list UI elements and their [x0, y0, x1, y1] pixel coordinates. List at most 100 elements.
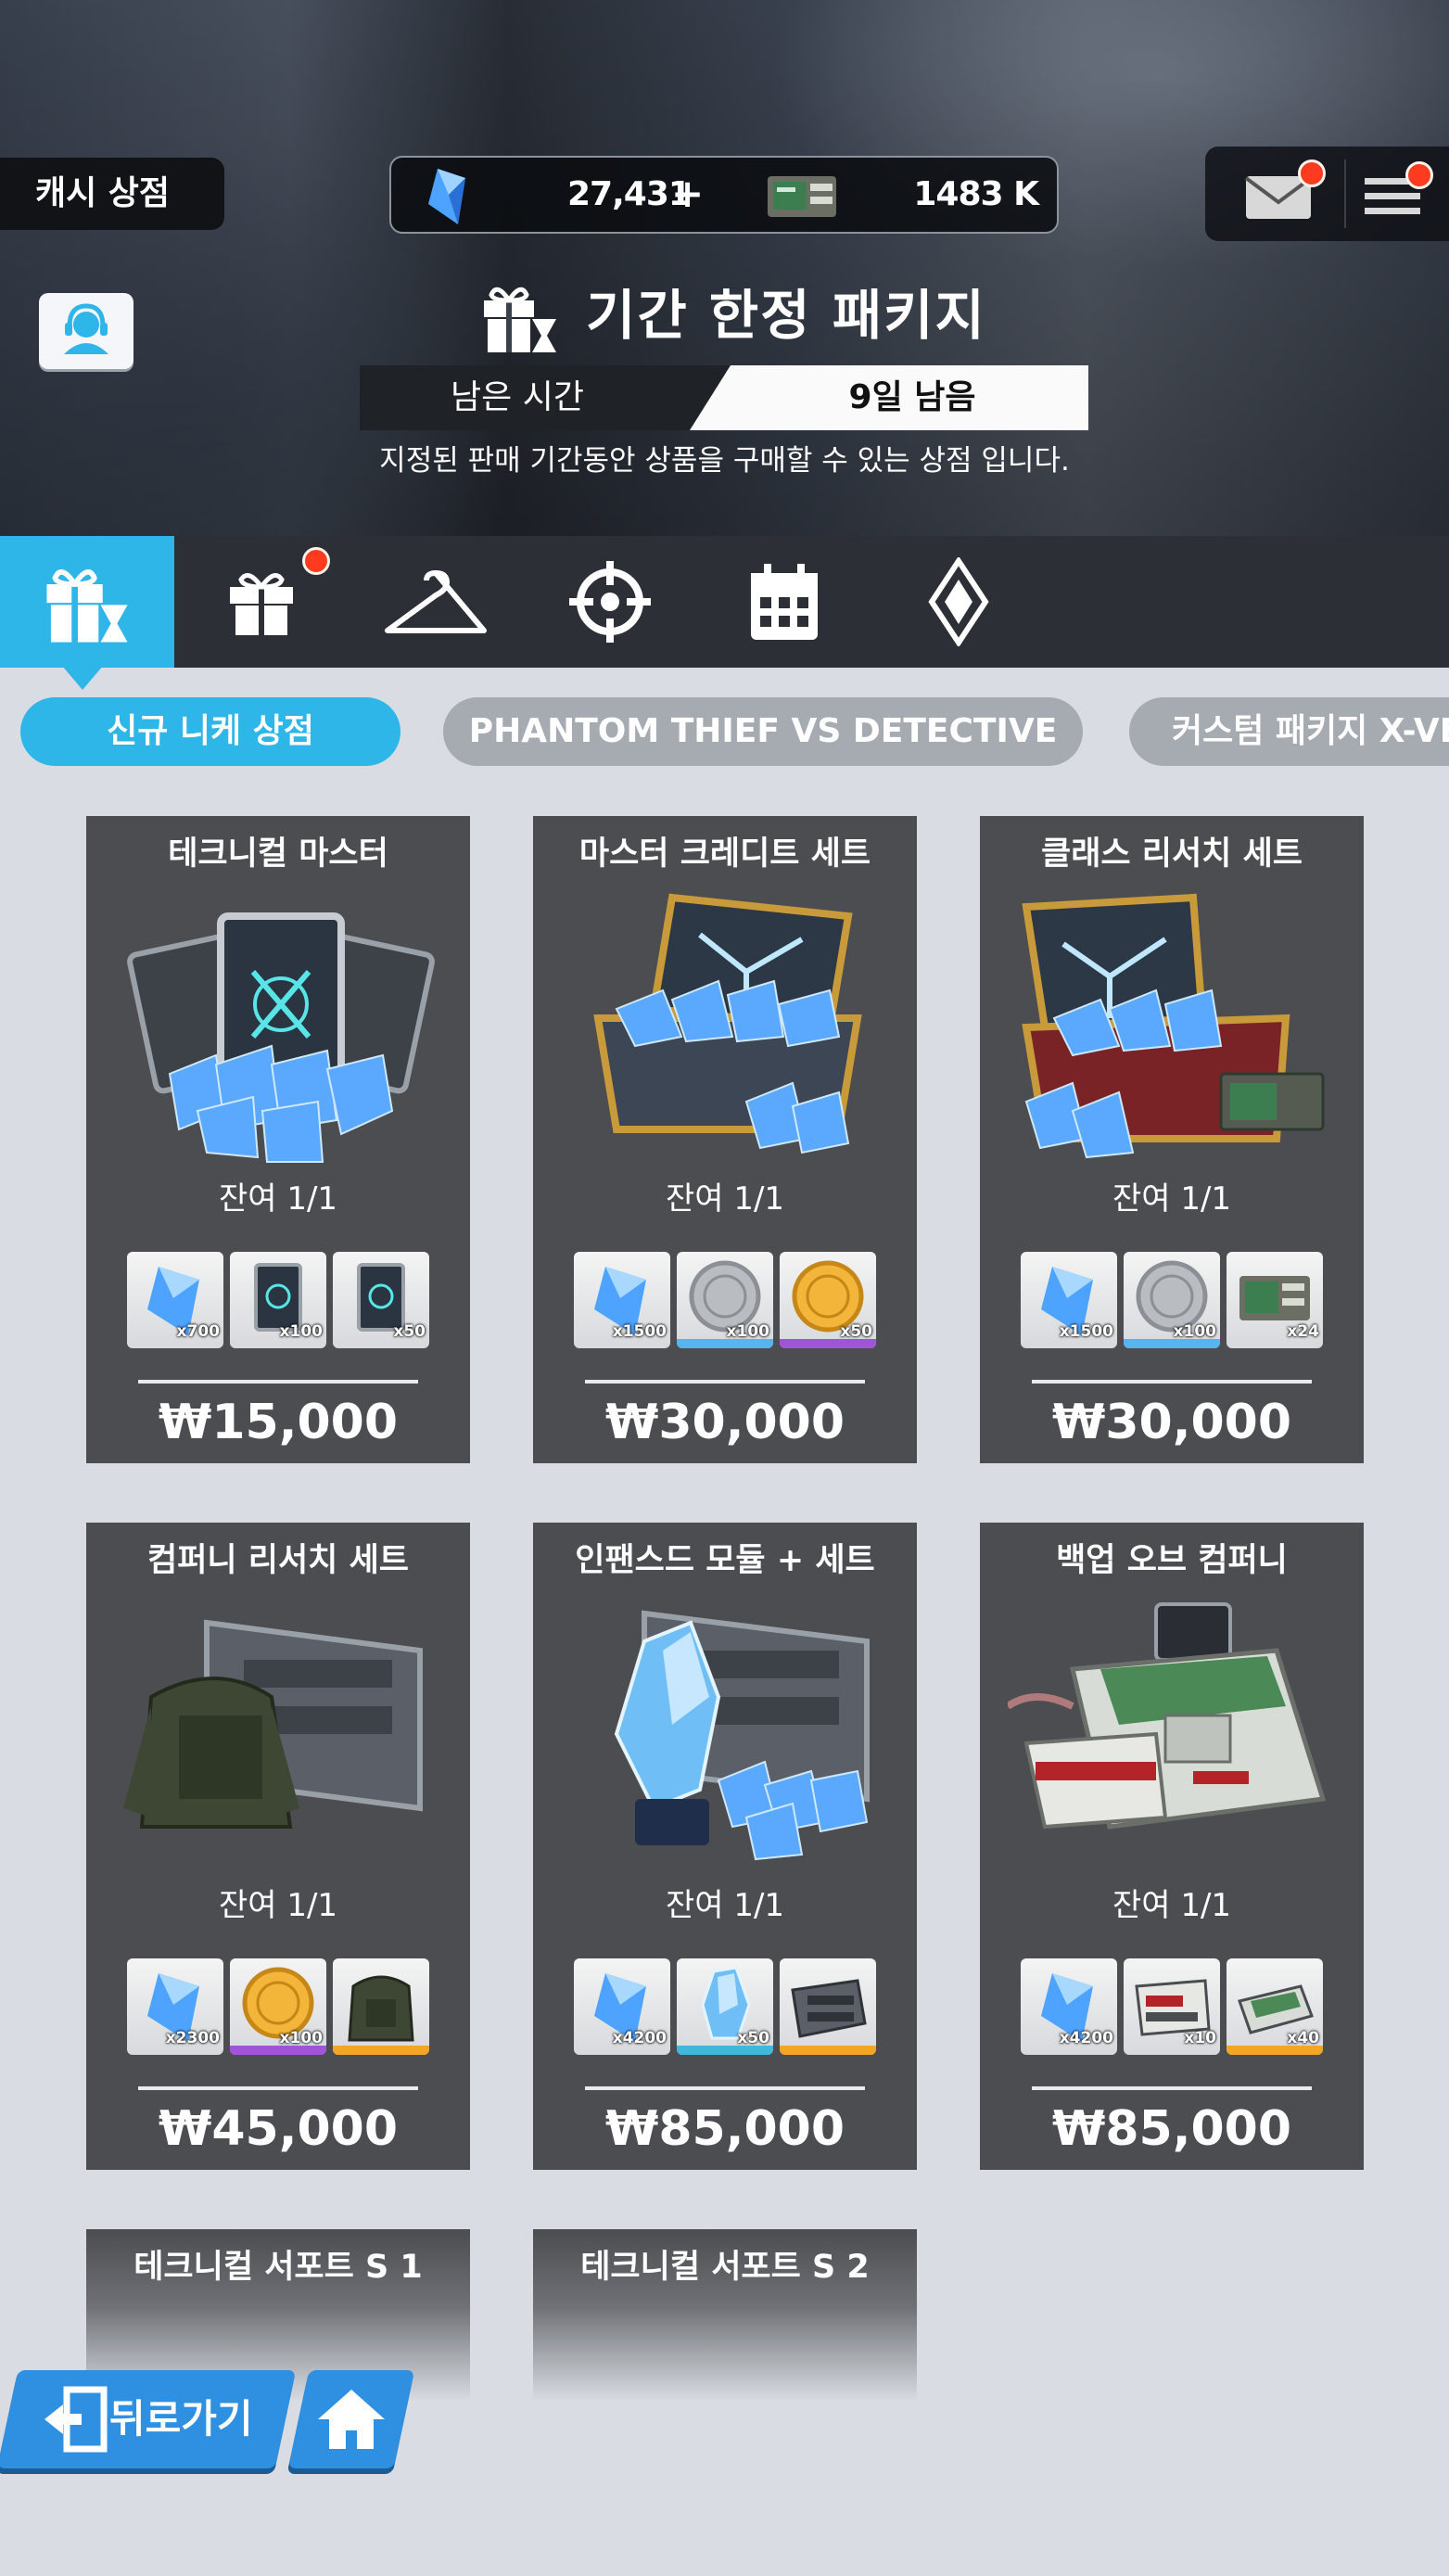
product-name: 백업 오브 컴퍼니 — [1056, 1542, 1288, 1579]
product-price: ₩85,000 — [1051, 2101, 1292, 2157]
reward-item[interactable]: x1500 — [1021, 1252, 1117, 1348]
remaining-stock: 잔여 1/1 — [218, 1180, 338, 1218]
currency-bar: 27,431 + 1483 K — [389, 156, 1059, 234]
price-divider — [585, 1380, 865, 1384]
rarity-band — [780, 2046, 876, 2055]
active-tab-pointer — [62, 666, 103, 690]
technical-master-art — [127, 912, 435, 1163]
product-name: 컴퍼니 리서치 세트 — [147, 1542, 409, 1579]
master-credit-set-art — [593, 893, 862, 1154]
reward-list: x2300 x100 — [127, 1958, 429, 2057]
subcategory-tabs: 신규 니케 상점 PHANTOM THIEF VS DETECTIVE 커스텀 … — [0, 694, 1449, 768]
reward-item[interactable]: x2300 — [127, 1958, 223, 2055]
product-price: ₩30,000 — [604, 1395, 845, 1450]
product-card-company-research-set[interactable]: 컴퍼니 리서치 세트 잔여 1/1 x2300 x100 ₩45,000 — [86, 1523, 470, 2170]
product-card-class-research-set[interactable]: 클래스 리서치 세트 잔여 1/1 x1500 x100 x24 ₩30,000 — [980, 816, 1364, 1463]
product-card-master-credit-set[interactable]: 마스터 크레디트 세트 잔여 1/1 x1500 x100 x50 ₩30,00… — [533, 816, 917, 1463]
gem-diamond-icon — [928, 557, 989, 646]
product-name: 테크니컬 서포트 S 2 — [580, 2249, 870, 2286]
mail-button[interactable] — [1242, 159, 1326, 224]
reward-list: x1500 x100 x50 — [574, 1252, 876, 1350]
reward-list: x700 x100 x50 — [127, 1252, 429, 1350]
armor-vest-icon — [348, 1975, 414, 2042]
tab-gem[interactable] — [871, 536, 1046, 668]
remaining-time-label: 남은 시간 — [360, 365, 731, 430]
reward-item[interactable] — [780, 1958, 876, 2055]
limited-package-icon — [484, 287, 556, 352]
product-price: ₩15,000 — [158, 1395, 399, 1450]
gem-plus-button[interactable]: + — [671, 158, 704, 230]
subtab-phantom-thief[interactable]: PHANTOM THIEF VS DETECTIVE — [443, 697, 1083, 766]
home-icon — [318, 2390, 385, 2449]
exit-door-icon — [44, 2386, 108, 2453]
backup-of-company-art — [1008, 1602, 1327, 1830]
tab-calendar[interactable] — [697, 536, 871, 668]
product-price: ₩85,000 — [604, 2101, 845, 2157]
home-button[interactable] — [287, 2370, 415, 2468]
reward-item[interactable]: x50 — [333, 1252, 429, 1348]
subtab-new-nikke-shop[interactable]: 신규 니케 상점 — [20, 697, 400, 766]
remaining-stock: 잔여 1/1 — [1112, 1887, 1232, 1924]
equipment-crate-icon — [791, 1979, 867, 2038]
reward-item[interactable]: x24 — [1227, 1252, 1323, 1348]
reward-item[interactable]: x100 — [677, 1252, 773, 1348]
reward-item[interactable]: x100 — [1124, 1252, 1220, 1348]
remaining-stock: 잔여 1/1 — [665, 1180, 785, 1218]
support-agent-icon — [64, 303, 108, 354]
reward-list: x4200 x50 — [574, 1958, 876, 2057]
reward-item[interactable]: x50 — [677, 1958, 773, 2055]
reward-item[interactable]: x10 — [1124, 1958, 1220, 2055]
reward-item[interactable]: x4200 — [574, 1958, 670, 2055]
product-name: 테크니컬 서포트 S 1 — [133, 2249, 423, 2286]
reward-item[interactable]: x100 — [230, 1252, 326, 1348]
crosshair-icon — [569, 561, 651, 643]
tab-limited-package[interactable] — [0, 536, 174, 668]
limited-package-icon — [46, 569, 128, 643]
calendar-icon — [751, 564, 818, 640]
reward-item[interactable]: x50 — [780, 1252, 876, 1348]
subtab-custom-package[interactable]: 커스텀 패키지 X-VE — [1129, 697, 1449, 766]
shop-title: 캐시 상점 — [0, 158, 224, 230]
remaining-stock: 잔여 1/1 — [1112, 1180, 1232, 1218]
reward-list: x1500 x100 x24 — [1021, 1252, 1323, 1350]
product-card-enhanced-module-set[interactable]: 인팬스드 모듈 + 세트 잔여 1/1 x4200 x50 ₩85,000 — [533, 1523, 917, 2170]
credit-amount: 1483 K — [913, 175, 1039, 213]
gift-box-icon — [230, 573, 293, 635]
remaining-time-value: 9일 남음 — [690, 365, 1088, 430]
enhanced-module-set-art — [614, 1610, 870, 1861]
reward-item[interactable]: x4200 — [1021, 1958, 1117, 2055]
product-name: 테크니컬 마스터 — [168, 835, 388, 873]
product-card-backup-of-company[interactable]: 백업 오브 컴퍼니 잔여 1/1 x4200 x10 x40 ₩85,000 — [980, 1523, 1364, 2170]
tab-target[interactable] — [523, 536, 697, 668]
class-research-set-art — [1022, 893, 1325, 1159]
product-name: 클래스 리서치 세트 — [1041, 835, 1303, 873]
product-card-technical-master[interactable]: 테크니컬 마스터 잔여 1/1 x700 x100 x50 ₩15,000 — [86, 816, 470, 1463]
menu-badge — [1405, 161, 1433, 189]
category-tabbar — [0, 536, 1449, 668]
support-button[interactable] — [39, 293, 133, 369]
back-label: 뒤로가기 — [109, 2396, 253, 2442]
price-divider — [138, 2086, 418, 2090]
reward-item[interactable]: x700 — [127, 1252, 223, 1348]
tab-gift[interactable] — [174, 536, 349, 668]
reward-item[interactable]: x100 — [230, 1958, 326, 2055]
price-divider — [1032, 2086, 1312, 2090]
remaining-stock: 잔여 1/1 — [665, 1887, 785, 1924]
company-research-set-art — [123, 1619, 423, 1829]
product-card-technical-support-s2[interactable]: 테크니컬 서포트 S 2 — [533, 2229, 917, 2402]
reward-item[interactable]: x40 — [1227, 1958, 1323, 2055]
tab-costume[interactable] — [349, 536, 523, 668]
shop-header: 캐시 상점 27,431 + 1483 K 기간 한정 패키지 남은 시간 9일… — [0, 0, 1449, 536]
hanger-icon — [385, 570, 487, 633]
price-divider — [1032, 1380, 1312, 1384]
reward-item[interactable]: x1500 — [574, 1252, 670, 1348]
reward-item[interactable] — [333, 1958, 429, 2055]
credit-chip-icon — [768, 176, 836, 217]
top-right-actions — [1205, 147, 1449, 241]
shop-description: 지정된 판매 기간동안 상품을 구매할 수 있는 상점 입니다. — [379, 444, 1070, 478]
back-button[interactable]: 뒤로가기 — [0, 2370, 297, 2468]
menu-button[interactable] — [1344, 159, 1433, 228]
price-divider — [585, 2086, 865, 2090]
reward-list: x4200 x10 x40 — [1021, 1958, 1323, 2057]
gift-tab-badge — [302, 547, 330, 575]
